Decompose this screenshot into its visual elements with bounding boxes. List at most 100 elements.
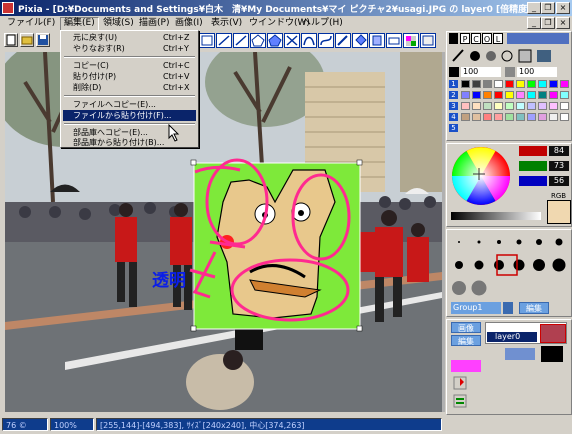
color-swatch[interactable]	[505, 91, 514, 99]
color-swatch[interactable]	[505, 80, 514, 88]
color-swatch[interactable]	[527, 102, 536, 110]
brush-size-grid[interactable]	[449, 232, 569, 300]
mdi-restore-button[interactable]: ❐	[541, 17, 555, 29]
brightness-slider[interactable]	[451, 212, 541, 220]
color-swatch[interactable]	[560, 80, 569, 88]
color-swatch[interactable]	[538, 102, 547, 110]
menu-item-undo[interactable]: 元に戻す(U) Ctrl+Z	[63, 32, 196, 43]
polygon-fill-icon[interactable]	[267, 33, 283, 48]
palette-row-label[interactable]: 4	[449, 113, 458, 121]
current-color-swatch[interactable]	[547, 200, 571, 224]
wand-tool-icon[interactable]	[335, 33, 351, 48]
menu-item-redo[interactable]: やりなおす(R) Ctrl+Y	[63, 43, 196, 54]
curve-tool-icon[interactable]	[301, 33, 317, 48]
close-button[interactable]: ×	[556, 2, 570, 14]
line-tool-2-icon[interactable]	[233, 33, 249, 48]
color-swatch[interactable]	[516, 102, 525, 110]
color-swatch[interactable]	[527, 80, 536, 88]
palette-row-label[interactable]: 2	[449, 91, 458, 99]
color-swatch[interactable]	[549, 113, 558, 121]
color-swatch[interactable]	[560, 102, 569, 110]
layer-blend-field[interactable]	[505, 348, 535, 360]
image-button[interactable]: 画像	[451, 322, 481, 333]
color-swatch[interactable]	[560, 113, 569, 121]
open-folder-icon[interactable]	[20, 33, 34, 47]
color-swatch[interactable]	[516, 80, 525, 88]
hue-wheel-icon[interactable]	[451, 146, 511, 206]
color-swatch[interactable]	[461, 80, 470, 88]
minimize-button[interactable]: _	[527, 2, 541, 14]
fill-tool-icon[interactable]	[352, 33, 368, 48]
curve-tool-2-icon[interactable]	[318, 33, 334, 48]
color-swatch[interactable]	[483, 80, 492, 88]
mode-p-button[interactable]: P	[460, 33, 470, 44]
palette-row-label[interactable]: 3	[449, 102, 458, 110]
layer-thumbnail[interactable]	[540, 324, 566, 343]
save-disk-icon[interactable]	[36, 33, 50, 47]
color-swatch[interactable]	[538, 80, 547, 88]
checker-tool-icon[interactable]	[403, 33, 419, 48]
color-swatch[interactable]	[461, 113, 470, 121]
menu-item-copy[interactable]: コピー(C) Ctrl+C	[63, 60, 196, 71]
menu-item-copy-to-file[interactable]: ファイルへコピー(E)...	[63, 99, 196, 110]
mode-l-button[interactable]: L	[493, 33, 503, 44]
color-swatch[interactable]	[560, 91, 569, 99]
mode-c-button[interactable]: C	[471, 33, 481, 44]
color-swatch[interactable]	[527, 91, 536, 99]
palette-row-label[interactable]: 5	[449, 124, 458, 132]
brush-shapes-icon[interactable]	[449, 47, 571, 65]
color-swatch[interactable]	[472, 80, 481, 88]
color-swatch[interactable]	[472, 102, 481, 110]
palette-row-label[interactable]: 1	[449, 80, 458, 88]
color-swatch[interactable]	[461, 91, 470, 99]
color-swatch[interactable]	[516, 113, 525, 121]
stamp-tool-icon[interactable]	[369, 33, 385, 48]
color-swatch[interactable]	[538, 113, 547, 121]
app-icon[interactable]	[2, 2, 14, 14]
line-tool-icon[interactable]	[216, 33, 232, 48]
polygon-tool-icon[interactable]	[250, 33, 266, 48]
brush-edit-button[interactable]: 編集	[519, 302, 549, 314]
color-swatch-grid[interactable]: 1 2 3 4 5	[449, 80, 571, 138]
mdi-close-button[interactable]: ×	[556, 17, 570, 29]
layer-stack-icon[interactable]	[453, 394, 467, 408]
color-swatch[interactable]	[472, 113, 481, 121]
layer-edit-button[interactable]: 編集	[451, 335, 481, 346]
rect-select-icon[interactable]	[199, 33, 215, 48]
color-swatch[interactable]	[516, 91, 525, 99]
color-swatch[interactable]	[483, 113, 492, 121]
brush-group-select[interactable]: Group1	[451, 302, 501, 314]
color-swatch[interactable]	[549, 80, 558, 88]
value-field-1[interactable]: 100	[461, 67, 501, 77]
menu-draw[interactable]: 描画(P)	[136, 17, 172, 30]
color-swatch[interactable]	[494, 80, 503, 88]
color-swatch[interactable]	[494, 113, 503, 121]
eraser-tool-icon[interactable]	[386, 33, 402, 48]
layer-color-swatch[interactable]	[451, 360, 481, 372]
menu-select[interactable]: 領域(S)	[100, 17, 137, 30]
menu-item-paste[interactable]: 貼り付け(P) Ctrl+V	[63, 71, 196, 82]
color-swatch[interactable]	[549, 102, 558, 110]
chevron-down-icon[interactable]	[503, 302, 513, 314]
new-file-icon[interactable]	[4, 33, 18, 47]
palette-arrows[interactable]	[507, 33, 569, 44]
value-field-2[interactable]: 100	[517, 67, 557, 77]
mdi-minimize-button[interactable]: _	[527, 17, 541, 29]
menu-view[interactable]: 表示(V)	[208, 17, 245, 30]
color-swatch[interactable]	[472, 91, 481, 99]
color-swatch[interactable]	[483, 91, 492, 99]
mode-o-button[interactable]: O	[482, 33, 492, 44]
color-swatch[interactable]	[494, 102, 503, 110]
layer-mask-swatch[interactable]	[541, 346, 563, 362]
transparency-tool-icon[interactable]	[420, 33, 436, 48]
color-swatch[interactable]	[494, 91, 503, 99]
menu-file[interactable]: ファイル(F)	[4, 17, 58, 30]
menu-item-delete[interactable]: 削除(D) Ctrl+X	[63, 82, 196, 93]
color-swatch[interactable]	[527, 113, 536, 121]
red-value[interactable]: 84	[549, 146, 569, 156]
color-swatch[interactable]	[549, 91, 558, 99]
layer-name[interactable]: layer0	[487, 332, 537, 342]
pin-icon[interactable]	[453, 376, 467, 390]
color-swatch[interactable]	[461, 102, 470, 110]
menu-help[interactable]: ヘルプ(H)	[299, 17, 346, 30]
